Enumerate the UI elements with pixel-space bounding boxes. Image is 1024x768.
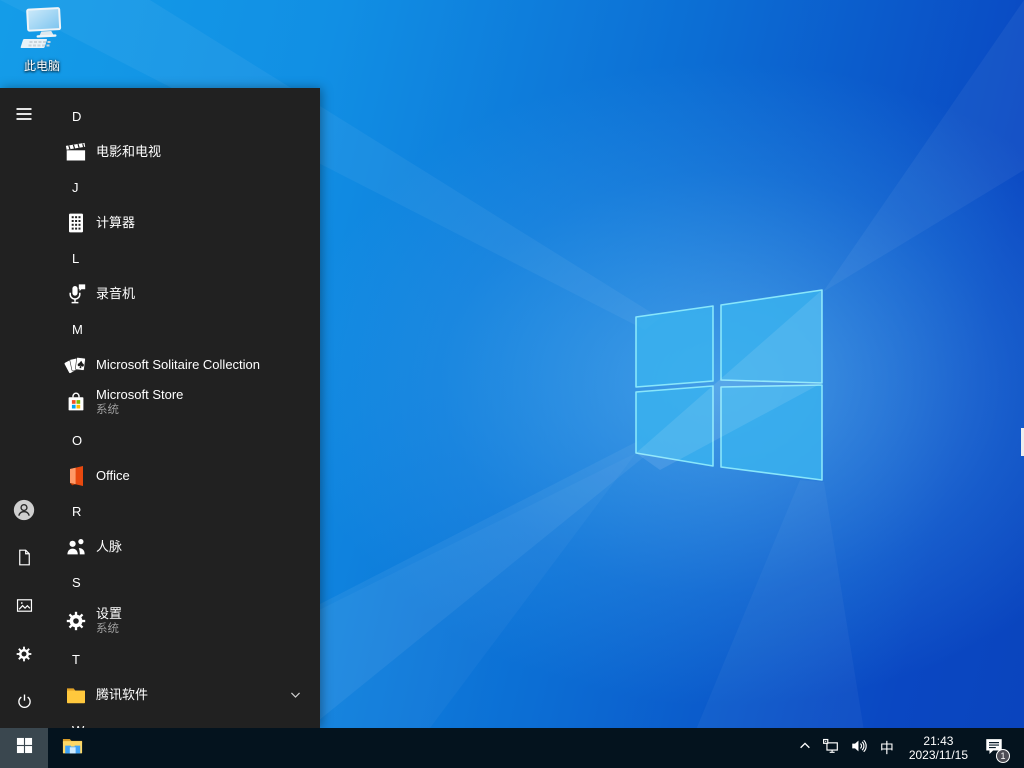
app-title: 录音机 bbox=[96, 286, 136, 301]
app-section-header[interactable]: M bbox=[48, 311, 320, 348]
taskbar: 中 21:43 2023/11/15 1 bbox=[0, 728, 1024, 768]
section-letter: J bbox=[72, 180, 79, 195]
start-menu: D 电影和电视 J 计算器 L 录音机 M Microsoft Solitaire Colle… bbox=[0, 88, 320, 728]
app-section-header[interactable]: D bbox=[48, 98, 320, 135]
movies-tv-icon bbox=[64, 140, 88, 164]
tray-ime-indicator[interactable]: 中 bbox=[873, 728, 901, 768]
tray-date: 2023/11/15 bbox=[908, 748, 968, 762]
ms-store-icon bbox=[64, 390, 88, 414]
calculator-icon bbox=[64, 211, 88, 235]
section-letter: T bbox=[72, 652, 80, 667]
system-tray: 中 21:43 2023/11/15 1 bbox=[793, 728, 1024, 768]
app-title: 人脉 bbox=[96, 539, 123, 554]
windows-logo-icon bbox=[16, 737, 33, 759]
start-app-item[interactable]: 计算器 bbox=[48, 206, 320, 240]
section-letter: D bbox=[72, 109, 82, 124]
app-section-header[interactable]: L bbox=[48, 240, 320, 277]
start-app-item[interactable]: Microsoft Store 系统 bbox=[48, 382, 320, 422]
app-section-header[interactable]: J bbox=[48, 169, 320, 206]
start-app-item[interactable]: 电影和电视 bbox=[48, 135, 320, 169]
settings-gear-icon bbox=[64, 609, 88, 633]
voice-recorder-icon bbox=[64, 282, 88, 306]
user-avatar-icon bbox=[11, 497, 37, 528]
network-icon bbox=[822, 737, 840, 760]
office-icon bbox=[64, 464, 88, 488]
app-section-header[interactable]: O bbox=[48, 422, 320, 459]
volume-icon bbox=[850, 737, 868, 760]
start-button[interactable] bbox=[0, 728, 48, 768]
desktop-icon-label: 此电脑 bbox=[23, 59, 60, 73]
hamburger-icon bbox=[14, 104, 34, 129]
screen: 此电脑 D 电影和电视 J 计算器 L 录音机 M Microsoft Solitaire C… bbox=[0, 0, 1024, 768]
start-app-item[interactable]: 录音机 bbox=[48, 277, 320, 311]
tray-time: 21:43 bbox=[923, 734, 954, 748]
start-rail-settings-button[interactable] bbox=[0, 632, 48, 680]
app-section-header[interactable]: W bbox=[48, 712, 320, 728]
app-title: Microsoft Store bbox=[96, 387, 184, 402]
start-app-item[interactable]: 设置 系统 bbox=[48, 601, 320, 641]
app-section-header[interactable]: T bbox=[48, 641, 320, 678]
pictures-icon bbox=[15, 596, 34, 620]
desktop-icon-this-pc[interactable]: 此电脑 bbox=[6, 6, 78, 73]
file-explorer-button[interactable] bbox=[48, 728, 96, 768]
app-title: Office bbox=[96, 468, 130, 483]
notification-badge: 1 bbox=[996, 749, 1010, 763]
app-title: 设置 bbox=[96, 606, 123, 621]
start-rail-power-button[interactable] bbox=[0, 680, 48, 728]
tray-show-hidden-icons-button[interactable] bbox=[793, 728, 817, 768]
start-rail-pictures-button[interactable] bbox=[0, 584, 48, 632]
solitaire-icon bbox=[64, 353, 88, 377]
app-subtitle: 系统 bbox=[96, 623, 119, 635]
this-pc-icon bbox=[16, 6, 68, 57]
section-letter: S bbox=[72, 575, 81, 590]
chevron-up-icon bbox=[798, 739, 812, 758]
start-app-item[interactable]: 人脉 bbox=[48, 530, 320, 564]
power-icon bbox=[15, 692, 34, 716]
section-letter: O bbox=[72, 433, 83, 448]
start-rail-documents-button[interactable] bbox=[0, 536, 48, 584]
file-explorer-icon bbox=[60, 733, 85, 763]
start-rail-user-button[interactable] bbox=[0, 488, 48, 536]
section-letter: L bbox=[72, 251, 80, 266]
gear-outline-icon bbox=[14, 644, 34, 669]
app-section-header[interactable]: S bbox=[48, 564, 320, 601]
chevron-down-icon bbox=[289, 689, 302, 702]
start-menu-rail bbox=[0, 88, 48, 728]
start-app-item[interactable]: Office bbox=[48, 459, 320, 493]
start-menu-app-list: D 电影和电视 J 计算器 L 录音机 M Microsoft Solitaire Colle… bbox=[48, 88, 320, 728]
app-title: 计算器 bbox=[96, 215, 136, 230]
start-app-item[interactable]: Microsoft Solitaire Collection bbox=[48, 348, 320, 382]
tray-volume-button[interactable] bbox=[845, 728, 873, 768]
tray-action-center-button[interactable]: 1 bbox=[976, 728, 1012, 768]
section-letter: R bbox=[72, 504, 82, 519]
app-title: 腾讯软件 bbox=[96, 687, 149, 702]
folder-icon bbox=[64, 683, 88, 707]
tray-clock[interactable]: 21:43 2023/11/15 bbox=[901, 728, 976, 768]
app-title: 电影和电视 bbox=[96, 144, 162, 159]
app-section-header[interactable]: R bbox=[48, 493, 320, 530]
document-icon bbox=[15, 548, 34, 572]
section-letter: M bbox=[72, 322, 83, 337]
app-subtitle: 系统 bbox=[96, 404, 119, 416]
tray-network-button[interactable] bbox=[817, 728, 845, 768]
app-title: Microsoft Solitaire Collection bbox=[96, 357, 261, 372]
people-icon bbox=[64, 535, 88, 559]
start-app-item[interactable]: 腾讯软件 bbox=[48, 678, 320, 712]
start-rail-menu-button[interactable] bbox=[0, 92, 48, 140]
